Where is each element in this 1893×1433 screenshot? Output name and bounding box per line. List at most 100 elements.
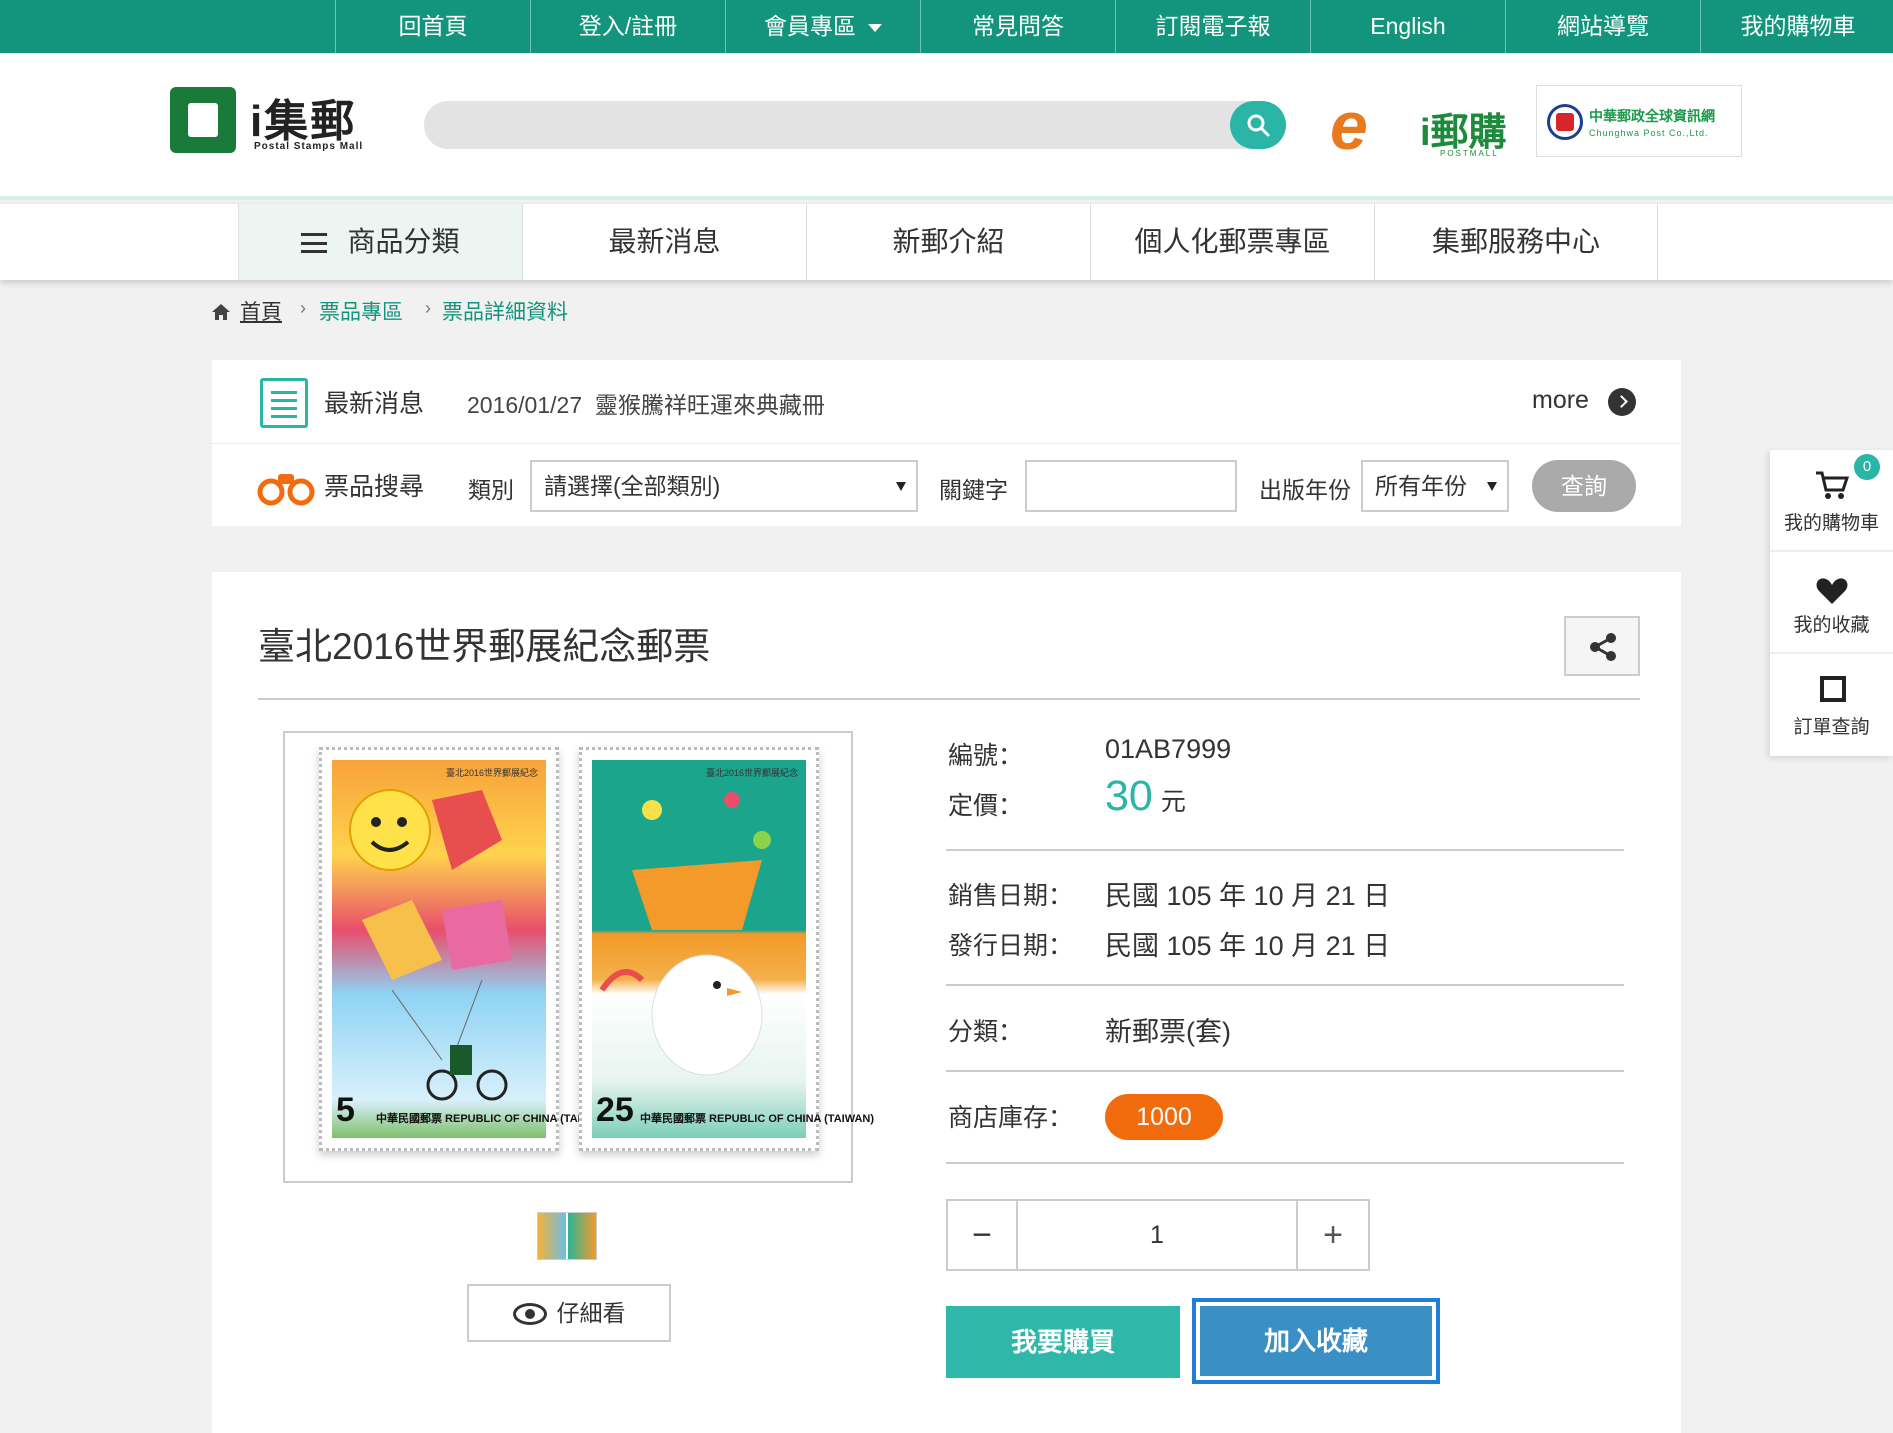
panel-divider bbox=[212, 443, 1681, 444]
query-button[interactable]: 查詢 bbox=[1532, 460, 1636, 512]
product-image-viewer[interactable]: 臺北2016世界郵展紀念 5 中華民國郵票 REPUBLIC OF CHINA … bbox=[283, 731, 874, 1183]
dropdown-arrow-icon bbox=[896, 482, 906, 491]
info-divider-2 bbox=[946, 984, 1624, 986]
quantity-input[interactable]: 1 bbox=[1018, 1201, 1296, 1269]
search-button[interactable] bbox=[1230, 101, 1286, 149]
product-code-value: 01AB7999 bbox=[1105, 734, 1232, 764]
product-detail-card: 臺北2016世界郵展紀念郵票 臺北2016世界郵展紀念 5 中華民國郵票 REP… bbox=[212, 572, 1681, 1433]
postmall-e-icon: e bbox=[1330, 88, 1368, 164]
news-label: 最新消息 bbox=[324, 390, 425, 418]
sale-date-value: 民國 105 年 10 月 21 日 bbox=[1105, 881, 1391, 911]
nav-new-stamps-label: 新郵介紹 bbox=[892, 226, 1005, 257]
nav-philatelic-service[interactable]: 集郵服務中心 bbox=[1374, 204, 1658, 280]
side-orders[interactable]: 訂單查詢 bbox=[1770, 654, 1893, 756]
stamp-25-caption: 中華民國郵票 REPUBLIC OF CHINA (TAIWAN) bbox=[640, 1113, 875, 1125]
home-icon[interactable] bbox=[212, 302, 230, 320]
title-divider bbox=[258, 698, 1640, 700]
year-select[interactable]: 所有年份 bbox=[1361, 460, 1509, 512]
decrease-quantity-button[interactable]: − bbox=[948, 1201, 1018, 1269]
site-header: i集郵 Postal Stamps Mall e i郵購 POSTMALL 中華… bbox=[0, 53, 1893, 200]
nav-personalized-stamps[interactable]: 個人化郵票專區 bbox=[1090, 204, 1374, 280]
newspaper-icon bbox=[260, 378, 308, 428]
top-nav-faq[interactable]: 常見問答 bbox=[920, 0, 1115, 53]
price-unit: 元 bbox=[1160, 788, 1186, 816]
chunghwa-post-english-name: Chunghwa Post Co.,Ltd. bbox=[1589, 128, 1709, 138]
stamp-25-top-caption: 臺北2016世界郵展紀念 bbox=[705, 768, 798, 778]
category-label: 分類： bbox=[948, 1018, 1024, 1046]
top-nav-faq-label: 常見問答 bbox=[972, 13, 1064, 39]
price-value: 30 元 bbox=[1105, 772, 1186, 821]
chunghwa-post-seal-icon bbox=[1547, 104, 1583, 140]
category-select[interactable]: 請選擇(全部類別) bbox=[530, 460, 918, 512]
chunghwa-post-logo[interactable]: 中華郵政全球資訊網 Chunghwa Post Co.,Ltd. bbox=[1536, 85, 1742, 157]
issue-date-label: 發行日期： bbox=[948, 932, 1074, 960]
site-logo[interactable]: i集郵 Postal Stamps Mall bbox=[170, 85, 370, 157]
nav-product-categories-label: 商品分類 bbox=[347, 226, 460, 257]
eye-icon bbox=[512, 1303, 547, 1325]
logo-subtitle: Postal Stamps Mall bbox=[254, 141, 364, 152]
breadcrumb-stamp-zone[interactable]: 票品專區 bbox=[319, 296, 403, 326]
top-nav-english[interactable]: English bbox=[1310, 0, 1505, 53]
postmall-logo[interactable]: e i郵購 POSTMALL bbox=[1330, 89, 1520, 163]
stamp-mall-logo-icon bbox=[170, 87, 236, 153]
top-nav-newsletter[interactable]: 訂閱電子報 bbox=[1115, 0, 1310, 53]
nav-new-stamps[interactable]: 新郵介紹 bbox=[806, 204, 1090, 280]
top-nav-login[interactable]: 登入/註冊 bbox=[530, 0, 725, 53]
nav-latest-news[interactable]: 最新消息 bbox=[522, 204, 806, 280]
price-label: 定價： bbox=[948, 792, 1024, 820]
keyword-input[interactable] bbox=[1025, 460, 1237, 512]
stamp-search-label: 票品搜尋 bbox=[324, 473, 425, 501]
add-to-favorites-button[interactable]: 加入收藏 bbox=[1192, 1298, 1440, 1384]
logo-name: i集郵 bbox=[250, 97, 357, 146]
top-navigation-bar: 回首頁 登入/註冊 會員專區 常見問答 訂閱電子報 English 網站導覽 我… bbox=[0, 0, 1893, 53]
top-nav-english-label: English bbox=[1370, 13, 1446, 39]
top-nav-sitemap-label: 網站導覽 bbox=[1557, 13, 1649, 39]
stock-badge: 1000 bbox=[1105, 1094, 1223, 1140]
price-amount: 30 bbox=[1105, 772, 1153, 820]
caret-down-icon bbox=[868, 23, 882, 32]
binoculars-icon bbox=[257, 474, 315, 506]
top-nav-sitemap[interactable]: 網站導覽 bbox=[1505, 0, 1700, 53]
share-button[interactable] bbox=[1564, 616, 1640, 676]
info-divider-4 bbox=[946, 1162, 1624, 1164]
breadcrumb-home[interactable]: 首頁 bbox=[240, 296, 282, 326]
side-cart[interactable]: 0 我的購物車 bbox=[1770, 450, 1893, 552]
info-divider-3 bbox=[946, 1070, 1624, 1072]
side-favorites[interactable]: 我的收藏 bbox=[1770, 552, 1893, 654]
top-nav-member-label: 會員專區 bbox=[764, 13, 856, 39]
news-headline: 靈猴騰祥旺運來典藏冊 bbox=[594, 392, 825, 418]
news-date: 2016/01/27 bbox=[467, 392, 583, 418]
stamp-image-5: 臺北2016世界郵展紀念 5 中華民國郵票 REPUBLIC OF CHINA … bbox=[319, 747, 610, 1151]
menu-icon bbox=[301, 233, 328, 253]
nav-philatelic-service-label: 集郵服務中心 bbox=[1431, 226, 1600, 257]
buy-button[interactable]: 我要購買 bbox=[946, 1306, 1180, 1378]
category-select-value: 請選擇(全部類別) bbox=[544, 473, 721, 499]
news-more-link[interactable]: more bbox=[1532, 386, 1589, 415]
postmall-logo-text: i郵購 bbox=[1420, 112, 1507, 154]
heart-icon bbox=[1816, 578, 1848, 604]
keyword-label: 關鍵字 bbox=[939, 477, 1008, 503]
dropdown-arrow-icon bbox=[1487, 482, 1497, 491]
product-thumbnail[interactable] bbox=[537, 1212, 597, 1260]
stamp-5-top-caption: 臺北2016世界郵展紀念 bbox=[445, 768, 538, 778]
breadcrumb-stamp-detail[interactable]: 票品詳細資料 bbox=[442, 296, 568, 326]
product-code-label: 編號： bbox=[948, 742, 1024, 770]
category-value: 新郵票(套) bbox=[1105, 1017, 1231, 1047]
increase-quantity-button[interactable]: + bbox=[1296, 1201, 1368, 1269]
search-input[interactable] bbox=[424, 101, 1286, 149]
nav-product-categories[interactable]: 商品分類 bbox=[238, 204, 522, 280]
zoom-detail-button[interactable]: 仔細看 bbox=[467, 1284, 671, 1342]
zoom-detail-button-label: 仔細看 bbox=[556, 1300, 626, 1326]
top-nav-member[interactable]: 會員專區 bbox=[725, 0, 920, 53]
issue-date-value: 民國 105 年 10 月 21 日 bbox=[1105, 931, 1391, 961]
top-nav-home[interactable]: 回首頁 bbox=[335, 0, 530, 53]
year-filter-label: 出版年份 bbox=[1259, 477, 1351, 503]
postmall-logo-subtitle: POSTMALL bbox=[1440, 149, 1499, 158]
top-nav-cart[interactable]: 我的購物車 bbox=[1700, 0, 1893, 53]
chevron-right-circle-icon[interactable] bbox=[1608, 388, 1636, 416]
stamp-artwork-balloon bbox=[332, 760, 546, 1138]
side-quick-links: 0 我的購物車 我的收藏 訂單查詢 bbox=[1770, 450, 1893, 756]
news-item[interactable]: 2016/01/27 靈猴騰祥旺運來典藏冊 bbox=[467, 386, 825, 420]
sale-date-label: 銷售日期： bbox=[948, 882, 1074, 910]
breadcrumb-separator-2: › bbox=[425, 298, 431, 318]
